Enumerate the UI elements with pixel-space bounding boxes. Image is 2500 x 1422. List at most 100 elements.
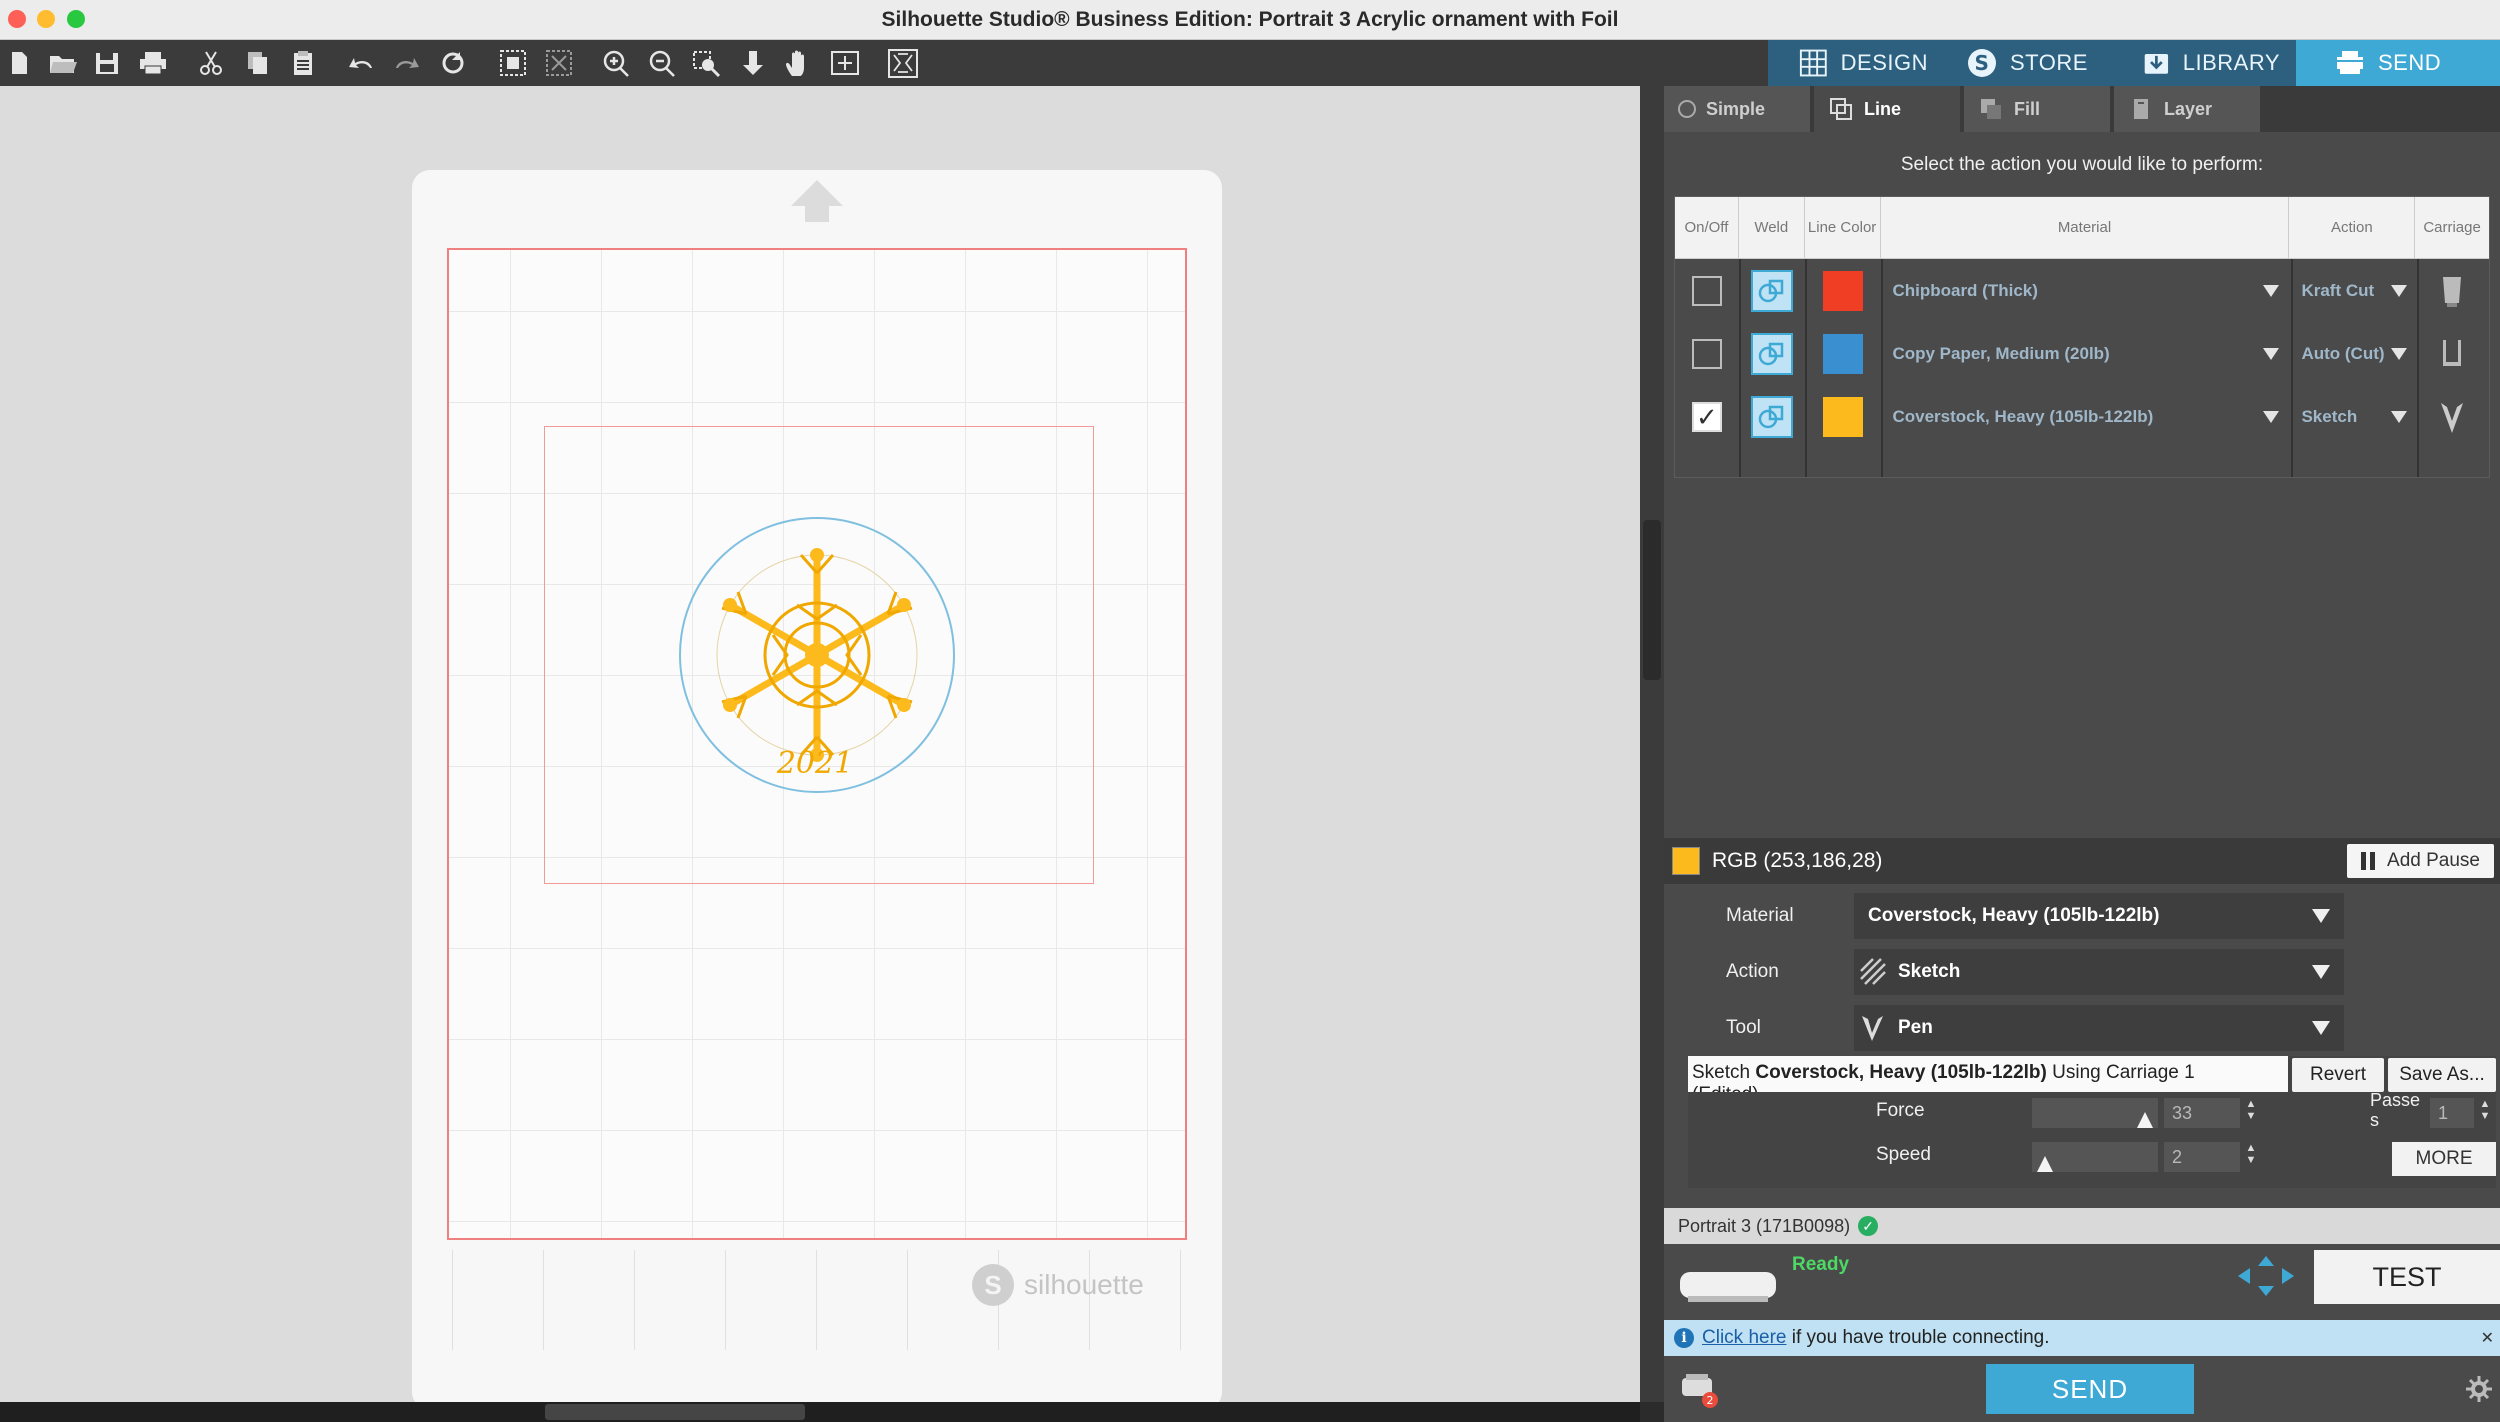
action-dropdown[interactable]: Sketch [2289, 385, 2415, 448]
zoom-select-icon[interactable] [690, 48, 724, 78]
passes-label: Passe s [2370, 1090, 2421, 1130]
speed-slider-thumb[interactable] [2036, 1156, 2053, 1172]
send-machine-icon [2337, 51, 2363, 74]
trouble-connecting-link[interactable]: Click here [1702, 1327, 1786, 1348]
passes-input[interactable]: 1 [2430, 1098, 2474, 1128]
tab-simple[interactable]: Simple [1664, 86, 1810, 132]
pan-hand-icon[interactable] [782, 48, 816, 78]
tool-select-value: Pen [1898, 1017, 1933, 1038]
add-pause-button[interactable]: Add Pause [2347, 844, 2494, 878]
passes-stepper-icon[interactable]: ▲ ▼ [2478, 1098, 2492, 1122]
cutting-mat: 2021 S silhouette [412, 170, 1222, 1410]
kraft-blade-icon [2443, 276, 2462, 307]
save-icon[interactable] [90, 48, 124, 78]
redo-icon[interactable] [390, 48, 424, 78]
action-dropdown[interactable]: Auto (Cut) [2289, 322, 2415, 385]
tab-send-label: SEND [2378, 50, 2442, 75]
fit-to-page-icon[interactable] [736, 48, 770, 78]
tab-store[interactable]: S STORE [1944, 40, 2120, 86]
cut-icon[interactable] [194, 48, 228, 78]
row-enable-checkbox[interactable]: ✓ [1691, 401, 1722, 432]
print-icon[interactable] [136, 48, 170, 78]
material-select[interactable]: Coverstock, Heavy (105lb-122lb) [1854, 893, 2344, 939]
test-button[interactable]: TEST [2314, 1250, 2500, 1304]
force-input[interactable]: 33 [2164, 1098, 2240, 1128]
tool-row: Tool Pen [1664, 1002, 2500, 1054]
row-enable-checkbox[interactable] [1691, 275, 1722, 306]
action-label: Action [1726, 961, 1779, 982]
new-document-icon[interactable] [2, 48, 36, 78]
table-row[interactable]: Copy Paper, Medium (20lb) Auto (Cut) [1675, 322, 2489, 385]
tab-fill[interactable]: Fill [1964, 86, 2110, 132]
design-canvas[interactable]: 2021 S silhouette [0, 86, 1640, 1410]
revert-button[interactable]: Revert [2292, 1058, 2384, 1092]
deselect-icon[interactable] [542, 48, 576, 78]
horizontal-scroll-thumb[interactable] [545, 1404, 805, 1420]
page-border: 2021 [544, 426, 1094, 884]
canvas-horizontal-scrollbar[interactable] [0, 1402, 1640, 1422]
snowflake-ornament[interactable]: 2021 [677, 515, 957, 795]
line-color-swatch [1822, 270, 1863, 311]
material-value: Copy Paper, Medium (20lb) [1892, 343, 2110, 363]
material-dropdown[interactable]: Chipboard (Thick) [1880, 259, 2289, 322]
tab-line[interactable]: Line [1814, 86, 1960, 132]
cut-preset: Sketch Coverstock, Heavy (105lb-122lb) U… [1688, 1056, 2496, 1188]
pixscan-icon[interactable] [886, 48, 920, 78]
close-icon[interactable]: ✕ [2481, 1328, 2494, 1348]
feed-direction-arrow-icon [791, 180, 843, 222]
preset-description: Sketch Coverstock, Heavy (105lb-122lb) U… [1688, 1056, 2288, 1092]
action-dropdown[interactable]: Kraft Cut [2289, 259, 2415, 322]
add-page-icon[interactable] [828, 48, 862, 78]
move-arrows-icon[interactable] [2236, 1254, 2296, 1298]
action-value: Kraft Cut [2301, 280, 2375, 300]
copy-icon[interactable] [240, 48, 274, 78]
action-select[interactable]: Sketch [1854, 949, 2344, 995]
speed-input[interactable]: 2 [2164, 1142, 2240, 1172]
speed-stepper-icon[interactable]: ▲ ▼ [2244, 1142, 2258, 1166]
material-dropdown[interactable]: Coverstock, Heavy (105lb-122lb) [1880, 385, 2289, 448]
tab-library[interactable]: LIBRARY [2120, 40, 2296, 86]
col-weld: Weld [1739, 197, 1805, 258]
row-enable-checkbox[interactable] [1691, 338, 1722, 369]
canvas-vertical-scrollbar[interactable] [1640, 86, 1664, 1402]
send-panel: Simple Line Fill Layer Select the action… [1664, 86, 2500, 1422]
design-grid-icon [1799, 49, 1827, 77]
svg-text:S: S [1975, 51, 1990, 75]
force-stepper-icon[interactable]: ▲ ▼ [2244, 1098, 2258, 1122]
force-slider-thumb[interactable] [2137, 1112, 2154, 1128]
tab-send[interactable]: SEND [2296, 40, 2500, 86]
table-row[interactable]: ✓ Coverstock, Heavy (105lb-122lb) Sketch [1675, 385, 2489, 448]
paste-icon[interactable] [286, 48, 320, 78]
weld-icon [1758, 279, 1783, 302]
select-all-icon[interactable] [496, 48, 530, 78]
speed-label: Speed [1876, 1144, 1931, 1165]
action-value: Auto (Cut) [2301, 343, 2385, 363]
zoom-in-icon[interactable] [600, 48, 634, 78]
weld-toggle[interactable] [1750, 332, 1793, 375]
more-button[interactable]: MORE [2392, 1142, 2496, 1176]
material-value: Chipboard (Thick) [1892, 280, 2038, 300]
preset-material: Coverstock, Heavy (105lb-122lb) [1755, 1062, 2047, 1083]
tab-layer[interactable]: Layer [2114, 86, 2260, 132]
dropdown-arrow-icon [2312, 1021, 2330, 1035]
vertical-scroll-thumb[interactable] [1643, 520, 1661, 680]
open-folder-icon[interactable] [46, 48, 80, 78]
tab-design[interactable]: DESIGN [1768, 40, 1944, 86]
weld-toggle[interactable] [1750, 395, 1793, 438]
undo-icon[interactable] [344, 48, 378, 78]
tab-simple-label: Simple [1706, 98, 1766, 119]
dropdown-arrow-icon [2263, 284, 2280, 297]
redraw-icon[interactable] [436, 48, 470, 78]
gear-icon[interactable] [2464, 1374, 2494, 1404]
weld-toggle[interactable] [1750, 269, 1793, 312]
device-row: Ready TEST [1664, 1244, 2500, 1322]
send-button[interactable]: SEND [1986, 1364, 2194, 1414]
table-row[interactable]: Chipboard (Thick) Kraft Cut [1675, 259, 2489, 322]
job-queue-icon[interactable]: 2 [1678, 1370, 1722, 1410]
material-row: Material Coverstock, Heavy (105lb-122lb) [1664, 890, 2500, 942]
tool-select[interactable]: Pen [1854, 1005, 2344, 1051]
save-as-button[interactable]: Save As... [2388, 1058, 2496, 1092]
action-value: Sketch [2301, 406, 2358, 426]
material-dropdown[interactable]: Copy Paper, Medium (20lb) [1880, 322, 2289, 385]
zoom-out-icon[interactable] [646, 48, 680, 78]
